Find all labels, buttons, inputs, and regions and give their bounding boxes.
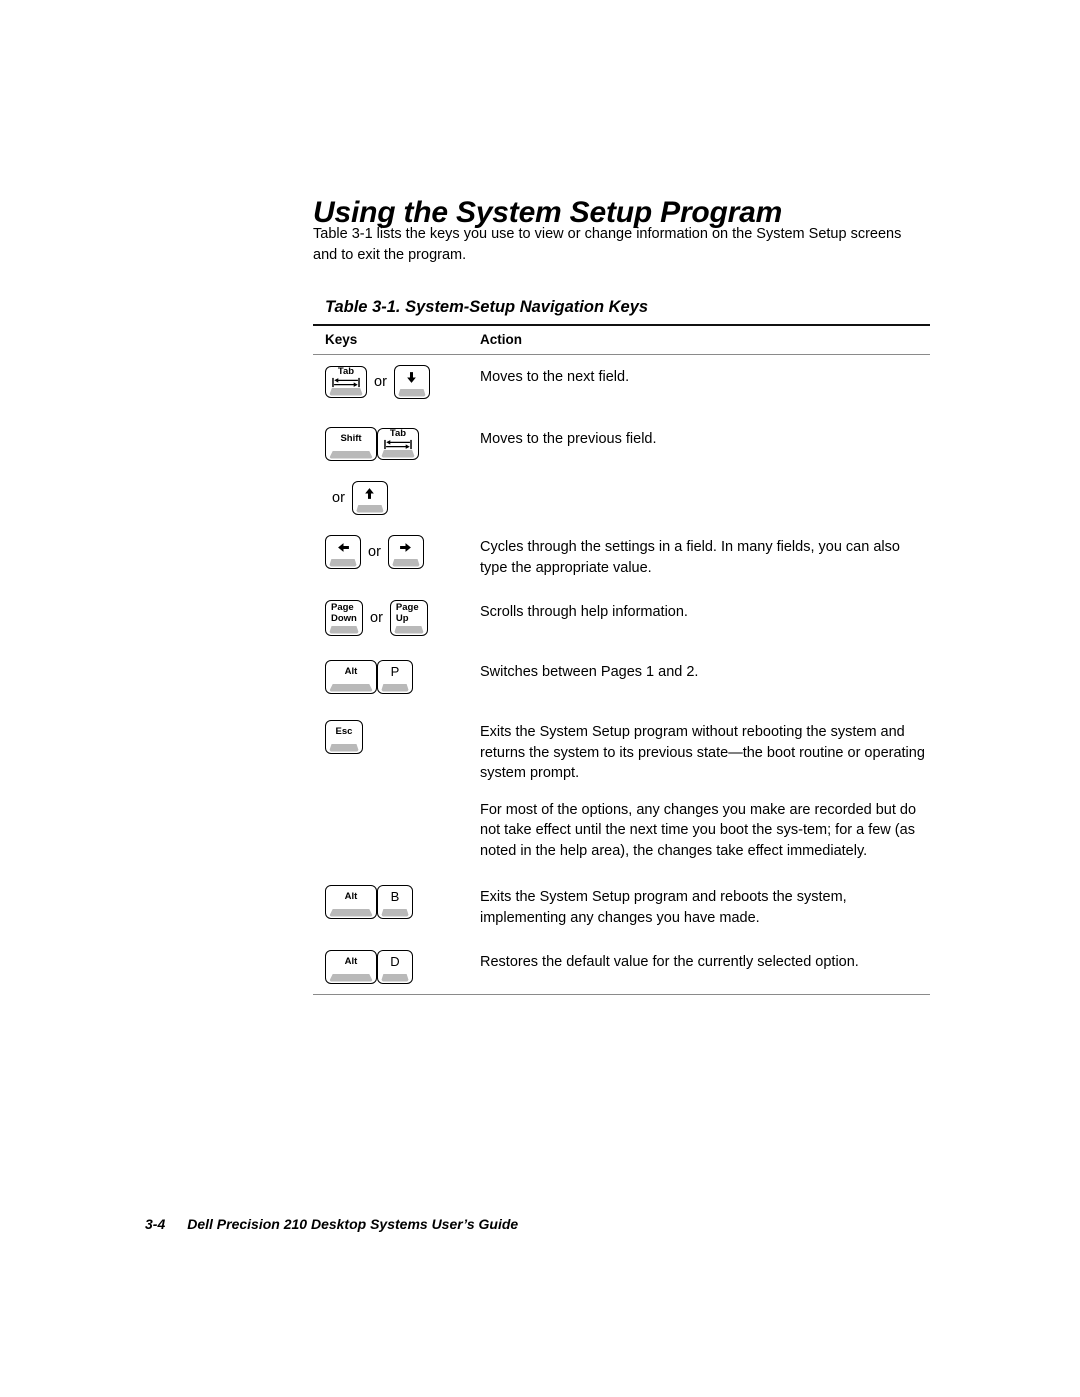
- keycap-esc: Esc: [325, 720, 363, 754]
- table-row: Esc Exits the System Setup program withou…: [313, 708, 930, 875]
- action-text: Exits the System Setup program without r…: [480, 724, 925, 781]
- keycap-label: Tab: [389, 428, 407, 439]
- keycap-label: Esc: [335, 726, 353, 737]
- navigation-keys-table: Keys Action Tab or Moves to the next field…: [313, 324, 930, 995]
- keycap-d: D: [377, 950, 413, 984]
- action-cell: Cycles through the settings in a field. …: [480, 535, 930, 578]
- action-text: Restores the default value for the curre…: [480, 954, 859, 970]
- keycap-label: Shift: [340, 433, 362, 444]
- table-bottom-rule: [313, 994, 930, 995]
- footer-title: Dell Precision 210 Desktop Systems User’…: [187, 1216, 519, 1232]
- keycap-shift: Shift: [325, 427, 377, 461]
- keycap-tab: Tab: [377, 428, 419, 460]
- tab-arrows-icon: [332, 377, 360, 388]
- action-text: Switches between Pages 1 and 2.: [480, 664, 699, 680]
- keys-cell: Esc: [313, 720, 480, 754]
- table-row: Tab or Moves to the next field.: [313, 355, 930, 417]
- action-text: For most of the options, any changes you…: [480, 801, 917, 859]
- keycap-label: Page Down: [331, 602, 357, 624]
- keycap-arrow-left: [325, 535, 361, 569]
- action-text: Moves to the next field.: [480, 369, 630, 385]
- key-separator-or: or: [374, 374, 387, 390]
- column-header-keys: Keys: [325, 332, 358, 347]
- column-header-action: Action: [480, 332, 522, 347]
- keycap-label: D: [390, 954, 400, 969]
- keycap-label: Tab: [337, 366, 355, 377]
- table-header-row: Keys Action: [313, 326, 930, 354]
- keys-cell: Alt D: [313, 950, 480, 984]
- keycap-label: P: [390, 664, 400, 679]
- keycap-arrow-down: [393, 365, 430, 399]
- table-row: Alt D Restores the default value for the c…: [313, 940, 930, 994]
- keycap-page-down: Page Down: [325, 600, 363, 636]
- table-row: Alt P Switches between Pages 1 and 2.: [313, 648, 930, 708]
- action-cell: Switches between Pages 1 and 2.: [480, 660, 930, 683]
- keycap-label: Alt: [344, 666, 358, 677]
- table-row: or: [313, 471, 930, 525]
- action-cell: Exits the System Setup program without r…: [480, 720, 930, 861]
- action-cell: Moves to the next field.: [480, 365, 930, 388]
- key-separator-or: or: [370, 610, 383, 626]
- action-cell: Scrolls through help information.: [480, 600, 930, 623]
- keycap-tab: Tab: [325, 366, 367, 398]
- document-page: Using the System Setup Program Table 3-1…: [0, 0, 1080, 1397]
- keycap-b: B: [377, 885, 413, 919]
- arrow-down-icon: [405, 371, 418, 384]
- keycap-label: B: [390, 889, 400, 904]
- keycap-alt: Alt: [325, 885, 377, 919]
- action-text: Moves to the previous field.: [480, 431, 657, 447]
- keys-cell: or: [313, 535, 480, 569]
- keycap-alt: Alt: [325, 660, 377, 694]
- table-row: or Cycles through the settings in a field…: [313, 525, 930, 592]
- arrow-up-icon: [363, 487, 376, 500]
- keycap-page-up: Page Up: [389, 600, 428, 636]
- table-caption: Table 3-1. System-Setup Navigation Keys: [325, 298, 649, 316]
- footer-page-number: 3-4: [145, 1216, 166, 1232]
- key-separator-or: or: [368, 544, 381, 560]
- action-text: Exits the System Setup program and reboo…: [480, 889, 847, 926]
- keys-cell: Alt B: [313, 885, 480, 919]
- table-body: Tab or Moves to the next field. Shift Tab Mov…: [313, 355, 930, 994]
- intro-paragraph: Table 3-1 lists the keys you use to view…: [313, 226, 902, 263]
- action-cell: Restores the default value for the curre…: [480, 950, 930, 973]
- action-cell: Exits the System Setup program and reboo…: [480, 885, 930, 928]
- keycap-label: Alt: [344, 891, 358, 902]
- page-footer: 3-4 Dell Precision 210 Desktop Systems Us…: [145, 1216, 518, 1232]
- keycap-alt: Alt: [325, 950, 377, 984]
- tab-arrows-icon: [384, 439, 412, 450]
- table-row: Shift Tab Moves to the previous field.: [313, 417, 930, 471]
- arrow-right-icon: [399, 541, 412, 554]
- keys-cell: Shift Tab: [313, 427, 480, 461]
- keys-cell: or: [313, 481, 480, 515]
- action-text: Scrolls through help information.: [480, 604, 688, 620]
- action-text: Cycles through the settings in a field. …: [480, 539, 900, 576]
- keycap-arrow-up: [351, 481, 388, 515]
- keycap-p: P: [377, 660, 413, 694]
- table-row: Alt B Exits the System Setup program and r…: [313, 875, 930, 940]
- keys-cell: Page Down or Page Up: [313, 600, 480, 636]
- keycap-label: Page Up: [395, 602, 419, 624]
- table-row: Page Down or Page Up Scrolls through help inf…: [313, 592, 930, 648]
- key-separator-or: or: [332, 490, 345, 506]
- arrow-left-icon: [337, 541, 350, 554]
- keycap-label: Alt: [344, 956, 358, 967]
- action-cell: [480, 481, 930, 483]
- action-cell: Moves to the previous field.: [480, 427, 930, 450]
- keycap-arrow-right: [387, 535, 424, 569]
- keys-cell: Alt P: [313, 660, 480, 694]
- keys-cell: Tab or: [313, 365, 480, 399]
